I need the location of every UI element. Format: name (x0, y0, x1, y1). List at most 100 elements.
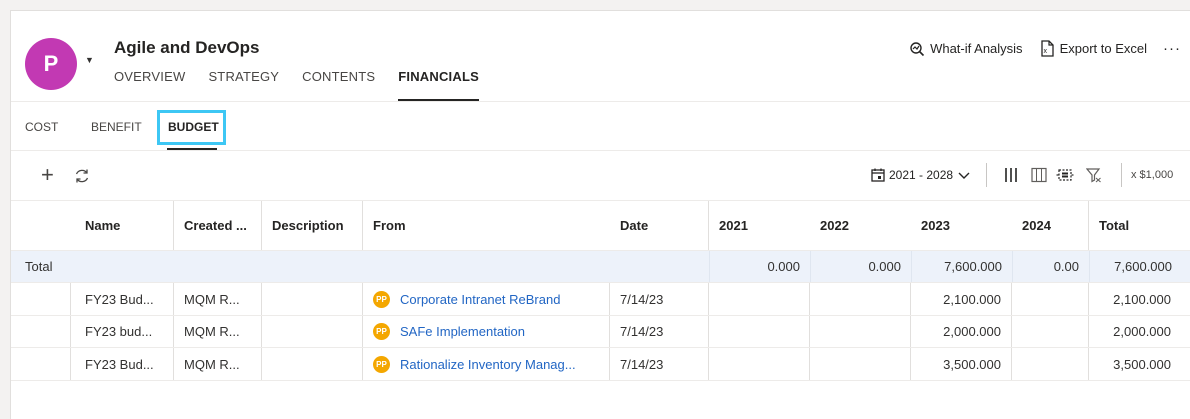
cell-description[interactable] (262, 283, 363, 315)
cell-name[interactable]: FY23 Bud... (71, 348, 174, 380)
grid-header-row: Name Created ... Description From Date 2… (11, 201, 1190, 251)
project-badge-icon: PP (373, 290, 390, 308)
page-title: Agile and DevOps (114, 38, 260, 57)
tab-overview[interactable]: OVERVIEW (114, 69, 185, 101)
active-subtab-indicator (167, 148, 217, 150)
cell-2022[interactable] (810, 316, 911, 347)
cell-2023[interactable]: 2,100.000 (911, 283, 1012, 315)
column-header-name[interactable]: Name (71, 201, 174, 250)
cell-date[interactable]: 7/14/23 (610, 348, 709, 380)
cell-total: 3,500.000 (1113, 356, 1171, 372)
cell-created[interactable]: MQM R... (174, 348, 262, 380)
subtab-benefit[interactable]: BENEFIT (91, 120, 142, 134)
column-header-from[interactable]: From (363, 201, 610, 250)
table-row[interactable]: FY23 Bud... MQM R... PP Rationalize Inve… (11, 348, 1190, 381)
total-2021: 0.000 (710, 251, 811, 282)
toolbar-divider (986, 163, 987, 187)
app-frame: P ▼ Agile and DevOps OVERVIEW STRATEGY C… (10, 10, 1190, 419)
cell-total: 2,100.000 (1113, 291, 1171, 307)
cell-2023[interactable]: 3,500.000 (911, 348, 1012, 380)
tab-financials[interactable]: FINANCIALS (398, 69, 479, 101)
tab-contents[interactable]: CONTENTS (302, 69, 375, 101)
cell-description[interactable] (262, 348, 363, 380)
cell-date[interactable]: 7/14/23 (610, 283, 709, 315)
total-2022: 0.000 (811, 251, 912, 282)
total-2023: 7,600.000 (912, 251, 1013, 282)
table-row[interactable]: FY23 Bud... MQM R... PP Corporate Intran… (11, 283, 1190, 316)
project-link[interactable]: SAFe Implementation (400, 324, 525, 339)
main-tabs: OVERVIEW STRATEGY CONTENTS FINANCIALS (114, 69, 502, 101)
cell-2024[interactable] (1012, 316, 1089, 347)
cell-name[interactable]: FY23 bud... (71, 316, 174, 347)
grid-toolbar: + 2021 - 2028 x $1,000 (11, 151, 1190, 201)
cell-2021[interactable] (709, 283, 810, 315)
project-badge-icon: PP (373, 355, 390, 373)
export-label: Export to Excel (1059, 41, 1147, 56)
subtab-cost[interactable]: COST (25, 120, 58, 134)
cell-2021[interactable] (709, 316, 810, 347)
more-options-icon[interactable]: ··· (1163, 40, 1181, 57)
column-header-total[interactable]: Total (1089, 201, 1181, 250)
tab-strategy[interactable]: STRATEGY (208, 69, 279, 101)
cell-from[interactable]: PP Corporate Intranet ReBrand (363, 283, 610, 315)
excel-icon: x (1040, 40, 1054, 57)
page-header: P ▼ Agile and DevOps OVERVIEW STRATEGY C… (11, 11, 1190, 101)
cell-created[interactable]: MQM R... (174, 316, 262, 347)
total-row: Total 0.000 0.000 7,600.000 0.00 7,600.0… (11, 251, 1190, 283)
columns-icon[interactable] (1004, 167, 1018, 188)
group-by-icon[interactable] (1056, 167, 1074, 188)
column-header-2022[interactable]: 2022 (810, 201, 911, 250)
column-header-2021[interactable]: 2021 (709, 201, 810, 250)
project-link[interactable]: Corporate Intranet ReBrand (400, 292, 560, 307)
header-actions: What-if Analysis x Export to Excel ··· (893, 40, 1181, 57)
cell-2021[interactable] (709, 348, 810, 380)
cell-2024[interactable] (1012, 348, 1089, 380)
cell-2022[interactable] (810, 283, 911, 315)
table-row[interactable]: FY23 bud... MQM R... PP SAFe Implementat… (11, 316, 1190, 348)
toolbar-divider (1121, 163, 1122, 187)
column-header-date[interactable]: Date (610, 201, 709, 250)
currency-scale-label: x $1,000 (1131, 169, 1174, 181)
cell-from[interactable]: PP Rationalize Inventory Manag... (363, 348, 610, 380)
export-to-excel-button[interactable]: x Export to Excel (1039, 40, 1147, 57)
total-total: 7,600.000 (1114, 259, 1172, 274)
project-badge-icon: PP (373, 323, 390, 340)
subtab-budget[interactable]: BUDGET (157, 110, 226, 145)
cell-created[interactable]: MQM R... (174, 283, 262, 315)
what-if-icon (910, 41, 925, 56)
cell-name[interactable]: FY23 Bud... (71, 283, 174, 315)
subtab-budget-label: BUDGET (168, 120, 219, 134)
refresh-icon[interactable] (73, 167, 91, 190)
cell-from[interactable]: PP SAFe Implementation (363, 316, 610, 347)
clear-filter-icon[interactable] (1085, 167, 1102, 188)
cell-2023[interactable]: 2,000.000 (911, 316, 1012, 347)
avatar-dropdown-icon[interactable]: ▼ (85, 55, 94, 65)
avatar[interactable]: P (25, 38, 77, 90)
column-header-created[interactable]: Created ... (174, 201, 262, 250)
row-selector[interactable] (11, 348, 71, 380)
column-header-2023[interactable]: 2023 (911, 201, 1012, 250)
cell-date[interactable]: 7/14/23 (610, 316, 709, 347)
total-row-label: Total (11, 251, 710, 282)
row-selector[interactable] (11, 316, 71, 347)
row-selector[interactable] (11, 283, 71, 315)
total-2024: 0.00 (1013, 251, 1090, 282)
cell-2022[interactable] (810, 348, 911, 380)
cell-2024[interactable] (1012, 283, 1089, 315)
financials-subtabs: COST BENEFIT BUDGET (11, 101, 1190, 151)
date-range-selector[interactable]: 2021 - 2028 (871, 168, 974, 182)
add-icon[interactable]: + (41, 164, 54, 186)
chevron-down-icon (958, 172, 970, 179)
column-header-2024[interactable]: 2024 (1012, 201, 1089, 250)
svg-text:x: x (1043, 48, 1047, 55)
calendar-icon (871, 168, 885, 182)
row-selector-header (11, 201, 71, 250)
column-header-description[interactable]: Description (262, 201, 363, 250)
project-link[interactable]: Rationalize Inventory Manag... (400, 357, 576, 372)
what-if-label: What-if Analysis (930, 41, 1023, 56)
cell-description[interactable] (262, 316, 363, 347)
cell-total: 2,000.000 (1113, 324, 1171, 339)
date-range-label: 2021 - 2028 (889, 168, 954, 182)
column-chooser-icon[interactable] (1031, 167, 1047, 188)
what-if-analysis-button[interactable]: What-if Analysis (909, 41, 1023, 57)
